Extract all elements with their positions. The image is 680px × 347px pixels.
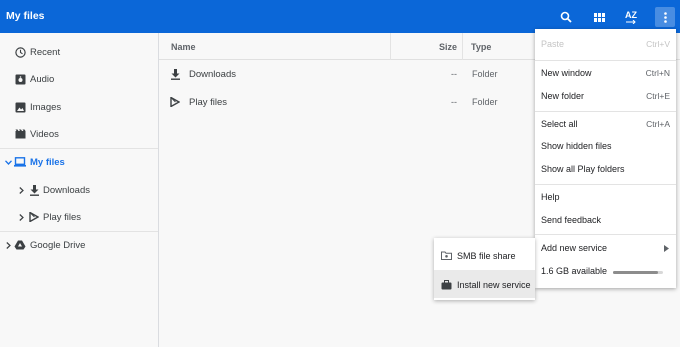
- submenu-item-label: Install new service: [457, 280, 531, 290]
- menu-item-shortcut: Ctrl+A: [646, 119, 670, 129]
- more-vert-icon: [663, 11, 667, 23]
- app-title: My files: [6, 10, 45, 22]
- menu-item-label: New window: [541, 68, 592, 78]
- menu-item-help[interactable]: Help: [535, 186, 676, 208]
- menu-item-add-new-service[interactable]: Add new service: [535, 237, 676, 259]
- sidebar-item-recent[interactable]: Recent: [0, 39, 158, 65]
- menu-item-label: Paste: [541, 39, 565, 49]
- storage-bar-fill: [613, 271, 658, 274]
- sidebar-item-label: Recent: [30, 46, 61, 58]
- menu-item-select-all[interactable]: Select all Ctrl+A: [535, 113, 676, 135]
- sidebar-item-my-files[interactable]: My files: [0, 149, 158, 175]
- submenu-item-label: SMB file share: [457, 251, 516, 261]
- menu-item-label: Add new service: [541, 243, 608, 253]
- menu-divider: [535, 184, 676, 185]
- download-icon: [28, 184, 40, 196]
- menu-item-label: Show all Play folders: [541, 164, 625, 174]
- drive-icon: [14, 239, 26, 251]
- sidebar-item-downloads[interactable]: Downloads: [0, 177, 158, 203]
- menu-item-new-window[interactable]: New window Ctrl+N: [535, 62, 676, 84]
- file-size: --: [451, 69, 457, 79]
- menu-item-label: Show hidden files: [541, 141, 612, 151]
- sidebar-item-label: Audio: [30, 73, 55, 85]
- chevron-right-icon[interactable]: [15, 184, 27, 196]
- menu-item-shortcut: Ctrl+E: [646, 91, 670, 101]
- column-separator[interactable]: [462, 33, 463, 60]
- submenu-item-smb-file-share[interactable]: SMB file share: [434, 241, 535, 269]
- sidebar-item-label: Downloads: [43, 184, 90, 196]
- file-type: Folder: [472, 97, 498, 107]
- grid-view-icon: [593, 12, 605, 22]
- smb-icon: [441, 250, 452, 261]
- add-service-submenu: SMB file share Install new service: [434, 238, 535, 300]
- storage-label: 1.6 GB available: [541, 266, 608, 276]
- menu-item-shortcut: Ctrl+N: [645, 68, 670, 78]
- file-type: Folder: [472, 69, 498, 79]
- more-options-button[interactable]: [655, 7, 675, 27]
- video-icon: [14, 128, 26, 140]
- menu-divider: [535, 111, 676, 112]
- sidebar-item-label: Play files: [43, 211, 82, 223]
- search-button[interactable]: [556, 7, 576, 27]
- sidebar-item-label: My files: [30, 156, 65, 168]
- menu-item-label: Send feedback: [541, 215, 602, 225]
- menu-item-show-hidden-files[interactable]: Show hidden files: [535, 135, 676, 157]
- menu-item-label: New folder: [541, 91, 585, 101]
- file-name: Downloads: [189, 69, 236, 80]
- image-icon: [14, 101, 26, 113]
- play-icon: [28, 211, 40, 223]
- play-icon: [169, 96, 181, 108]
- column-size-header[interactable]: Size: [439, 42, 457, 52]
- column-type-header[interactable]: Type: [471, 42, 491, 52]
- menu-divider: [535, 60, 676, 61]
- sidebar: Recent Audio Images Videos My files Down…: [0, 33, 159, 347]
- briefcase-icon: [441, 279, 452, 290]
- column-name-header[interactable]: Name: [171, 42, 196, 52]
- file-name: Play files: [189, 97, 228, 108]
- sidebar-item-label: Images: [30, 101, 62, 113]
- chevron-right-icon[interactable]: [2, 239, 14, 251]
- laptop-icon: [14, 156, 26, 168]
- audio-icon: [14, 73, 26, 85]
- storage-indicator: 1.6 GB available: [535, 260, 676, 282]
- sidebar-item-audio[interactable]: Audio: [0, 66, 158, 92]
- menu-item-new-folder[interactable]: New folder Ctrl+E: [535, 85, 676, 107]
- clock-icon: [14, 46, 26, 58]
- grid-view-button[interactable]: [589, 7, 609, 27]
- search-icon: [560, 11, 572, 23]
- sidebar-item-label: Google Drive: [30, 239, 86, 251]
- menu-item-shortcut: Ctrl+V: [646, 39, 670, 49]
- sort-label: AZ: [625, 9, 637, 20]
- menu-item-label: Help: [541, 192, 560, 202]
- menu-item-send-feedback[interactable]: Send feedback: [535, 209, 676, 231]
- sort-arrow-icon: [626, 19, 636, 24]
- menu-divider: [535, 234, 676, 235]
- chevron-right-icon[interactable]: [15, 211, 27, 223]
- sidebar-item-images[interactable]: Images: [0, 94, 158, 120]
- submenu-item-install-new-service[interactable]: Install new service: [434, 270, 535, 298]
- storage-bar: [613, 271, 663, 274]
- download-icon: [169, 68, 181, 80]
- sort-button[interactable]: AZ: [621, 7, 641, 27]
- file-size: --: [451, 97, 457, 107]
- more-options-menu: Paste Ctrl+V New window Ctrl+N New folde…: [535, 29, 676, 288]
- menu-item-paste[interactable]: Paste Ctrl+V: [535, 33, 676, 55]
- menu-item-label: Select all: [541, 119, 578, 129]
- chevron-down-icon[interactable]: [2, 156, 14, 168]
- sidebar-item-videos[interactable]: Videos: [0, 121, 158, 147]
- menu-item-show-play-folders[interactable]: Show all Play folders: [535, 158, 676, 180]
- column-separator[interactable]: [390, 33, 391, 60]
- sidebar-item-google-drive[interactable]: Google Drive: [0, 232, 158, 258]
- submenu-arrow-icon: [664, 245, 669, 252]
- sidebar-item-label: Videos: [30, 128, 59, 140]
- sidebar-item-play-files[interactable]: Play files: [0, 204, 158, 230]
